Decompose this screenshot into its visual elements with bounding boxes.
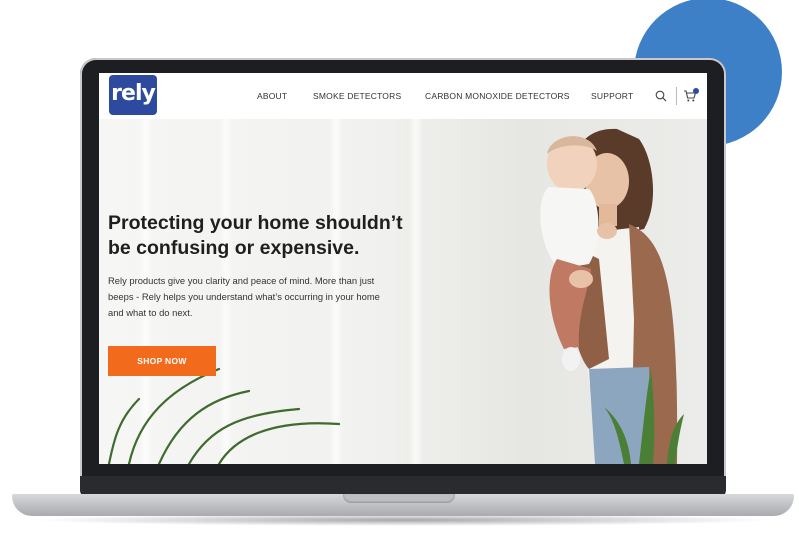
nav-support[interactable]: SUPPORT — [591, 91, 633, 101]
shop-now-button[interactable]: SHOP NOW — [108, 346, 216, 376]
mother-and-baby-photo — [540, 128, 678, 464]
main-nav: ABOUT SMOKE DETECTORS CARBON MONOXIDE DE… — [99, 73, 707, 119]
laptop-notch — [343, 494, 455, 503]
curtain-highlight — [409, 119, 423, 464]
header-divider — [676, 87, 677, 105]
laptop-screen: rely ABOUT SMOKE DETECTORS CARBON MONOXI… — [99, 73, 707, 464]
hero-description: Rely products give you clarity and peace… — [108, 275, 380, 318]
nav-smoke-detectors[interactable]: SMOKE DETECTORS — [313, 91, 401, 101]
site-header: rely ABOUT SMOKE DETECTORS CARBON MONOXI… — [99, 73, 707, 119]
hero-title: Protecting your home shouldn’t be confus… — [108, 212, 403, 259]
nav-about[interactable]: ABOUT — [257, 91, 287, 101]
hero-section: Protecting your home shouldn’t be confus… — [99, 119, 707, 464]
search-icon[interactable] — [655, 90, 667, 102]
nav-carbon-monoxide-detectors[interactable]: CARBON MONOXIDE DETECTORS — [425, 91, 570, 101]
cart-badge — [693, 88, 699, 94]
